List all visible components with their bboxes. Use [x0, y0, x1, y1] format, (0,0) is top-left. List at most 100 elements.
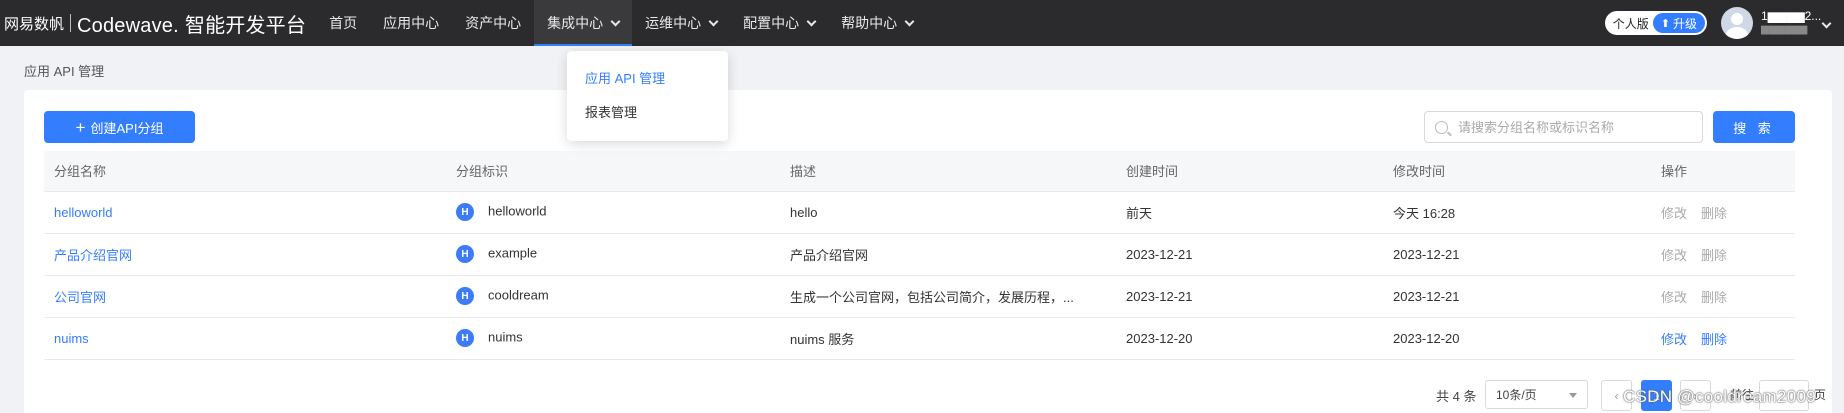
col-header-actions: 操作 — [1651, 151, 1795, 192]
api-group-table: 分组名称 分组标识 描述 创建时间 修改时间 操作 helloworld Hhe… — [44, 151, 1795, 360]
upgrade-button[interactable]: ⬆ 升级 — [1652, 13, 1705, 33]
brand-product: Codewave. 智能开发平台 — [77, 9, 306, 38]
group-created: 前天 — [1116, 191, 1383, 234]
nav-help-center[interactable]: 帮助中心 — [828, 0, 926, 46]
group-name-link[interactable]: 公司官网 — [54, 290, 106, 305]
group-ident: cooldream — [488, 287, 549, 303]
upgrade-label: 升级 — [1672, 16, 1697, 31]
nav-home[interactable]: 首页 — [316, 0, 370, 46]
col-header-name: 分组名称 — [44, 151, 446, 192]
search-box — [1424, 111, 1703, 143]
nav-home-label: 首页 — [329, 15, 358, 31]
app-badge-icon: H — [456, 287, 474, 305]
create-api-group-button[interactable]: + 创建API分组 — [44, 111, 195, 143]
main-nav: 首页 应用中心 资产中心 集成中心 运维中心 配置中心 帮助中心 — [316, 0, 926, 46]
user-area: 个人版 ⬆ 升级 1▆▆▆▆2... ▆▆▆▆▆▆ — [1604, 0, 1844, 46]
table-header-row: 分组名称 分组标识 描述 创建时间 修改时间 操作 — [44, 151, 1795, 192]
group-created: 2023-12-20 — [1116, 317, 1383, 360]
plus-icon: + — [75, 117, 86, 137]
group-ident: nuims — [488, 329, 523, 345]
nav-asset-center[interactable]: 资产中心 — [452, 0, 534, 46]
chevron-down-icon — [708, 16, 719, 26]
nav-app-center-label: 应用中心 — [383, 15, 440, 31]
app-badge-icon: H — [456, 245, 474, 263]
chevron-down-icon — [610, 16, 621, 26]
col-header-desc: 描述 — [780, 151, 1116, 192]
breadcrumb: 应用 API 管理 — [24, 64, 105, 79]
pagination-total: 共 4 条 — [1436, 389, 1477, 404]
nav-config-center[interactable]: 配置中心 — [730, 0, 828, 46]
brand-divider — [70, 14, 72, 32]
col-header-modified: 修改时间 — [1383, 151, 1651, 192]
group-modified: 2023-12-20 — [1383, 317, 1651, 360]
edit-button[interactable]: 修改 — [1661, 206, 1687, 221]
nav-asset-center-label: 资产中心 — [465, 15, 522, 31]
group-created: 2023-12-21 — [1116, 233, 1383, 276]
create-api-group-label: 创建API分组 — [90, 120, 164, 136]
group-ident: example — [488, 245, 538, 261]
app-badge-icon: H — [456, 329, 474, 347]
watermark: CSDN @cooldream2009 — [1623, 387, 1817, 406]
col-header-ident: 分组标识 — [446, 151, 780, 192]
table-row: nuims Hnuims nuims 服务 2023-12-20 2023-12… — [44, 317, 1795, 360]
brand-platform-name: 智能开发平台 — [184, 14, 307, 37]
group-ident: helloworld — [488, 203, 547, 219]
group-modified: 今天 16:28 — [1383, 191, 1651, 234]
chevron-left-icon: ‹ — [1614, 388, 1619, 403]
group-desc: 生成一个公司官网，包括公司简介，发展历程，... — [780, 275, 1116, 318]
search-input[interactable] — [1458, 119, 1678, 135]
delete-button[interactable]: 删除 — [1701, 332, 1727, 347]
delete-button[interactable]: 删除 — [1701, 206, 1727, 221]
menu-item-app-api[interactable]: 应用 API 管理 — [567, 60, 728, 94]
edit-button[interactable]: 修改 — [1661, 290, 1687, 305]
edit-button[interactable]: 修改 — [1661, 332, 1687, 347]
group-modified: 2023-12-21 — [1383, 275, 1651, 318]
chevron-down-icon[interactable] — [1821, 18, 1832, 28]
upgrade-arrow-icon: ⬆ — [1660, 17, 1670, 30]
table-row: 产品介绍官网 Hexample 产品介绍官网 2023-12-21 2023-1… — [44, 233, 1795, 276]
user-sub: ▆▆▆▆▆▆ — [1761, 24, 1808, 35]
avatar[interactable] — [1721, 7, 1753, 39]
table-row: helloworld Hhelloworld hello 前天 今天 16:28… — [44, 191, 1795, 234]
app-badge-icon: H — [456, 203, 474, 221]
group-name-link[interactable]: 产品介绍官网 — [54, 248, 132, 263]
search-icon — [1435, 120, 1448, 134]
edition-badge: 个人版 ⬆ 升级 — [1604, 11, 1707, 35]
caret-down-icon — [1569, 393, 1577, 398]
page-size-select[interactable]: 10条/页 — [1485, 380, 1588, 409]
group-name-link[interactable]: helloworld — [54, 205, 113, 220]
brand-company: 网易数帆 — [4, 15, 65, 33]
menu-item-report[interactable]: 报表管理 — [567, 94, 728, 128]
brand[interactable]: 网易数帆 Codewave. 智能开发平台 — [0, 0, 306, 46]
chevron-down-icon — [806, 16, 817, 26]
nav-ops-center[interactable]: 运维中心 — [632, 0, 730, 46]
integration-center-menu: 应用 API 管理 报表管理 — [567, 51, 728, 141]
nav-help-center-label: 帮助中心 — [841, 15, 898, 31]
user-name: 1▆▆▆▆2... — [1761, 9, 1822, 23]
nav-app-center[interactable]: 应用中心 — [370, 0, 452, 46]
delete-button[interactable]: 删除 — [1701, 248, 1727, 263]
top-nav-bar: 网易数帆 Codewave. 智能开发平台 首页 应用中心 资产中心 集成中心 运… — [0, 0, 1844, 46]
table-row: 公司官网 Hcooldream 生成一个公司官网，包括公司简介，发展历程，...… — [44, 275, 1795, 318]
nav-config-center-label: 配置中心 — [743, 15, 800, 31]
group-name-link[interactable]: nuims — [54, 331, 89, 346]
delete-button[interactable]: 删除 — [1701, 290, 1727, 305]
chevron-down-icon — [904, 16, 915, 26]
search-button[interactable]: 搜 索 — [1713, 111, 1795, 143]
page-size-value: 10条/页 — [1496, 388, 1537, 402]
brand-product-name: Codewave. — [77, 14, 179, 37]
col-header-created: 创建时间 — [1116, 151, 1383, 192]
search-button-label: 搜 索 — [1733, 120, 1775, 136]
nav-integration-center[interactable]: 集成中心 — [534, 0, 633, 46]
edit-button[interactable]: 修改 — [1661, 248, 1687, 263]
group-desc: nuims 服务 — [780, 317, 1116, 360]
group-modified: 2023-12-21 — [1383, 233, 1651, 276]
nav-ops-center-label: 运维中心 — [645, 15, 702, 31]
nav-integration-center-label: 集成中心 — [547, 15, 604, 31]
edition-label: 个人版 — [1612, 16, 1649, 31]
group-desc: hello — [780, 191, 1116, 234]
user-info[interactable]: 1▆▆▆▆2... ▆▆▆▆▆▆ — [1761, 9, 1822, 37]
group-desc: 产品介绍官网 — [780, 233, 1116, 276]
api-group-card: + 创建API分组 搜 索 分组名称 分组标识 描述 创建时间 修改时间 操作 … — [24, 90, 1832, 413]
group-created: 2023-12-21 — [1116, 275, 1383, 318]
